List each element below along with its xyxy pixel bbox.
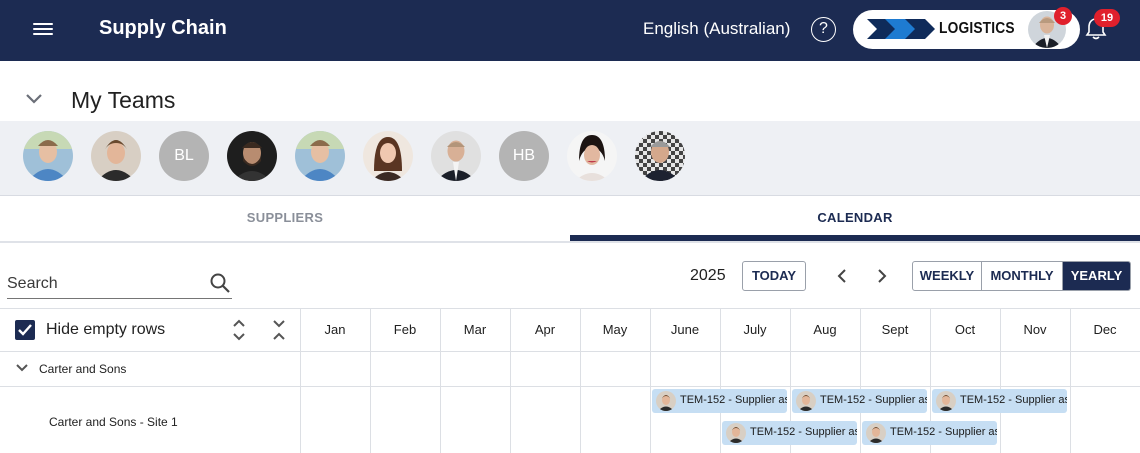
monthly-view-button[interactable]: MONTHLY — [982, 262, 1063, 290]
team-member-avatar[interactable] — [635, 131, 685, 181]
collapse-all-icon[interactable] — [272, 319, 286, 341]
team-avatar-strip: BL HB — [0, 121, 1140, 196]
grid-row-divider — [0, 351, 1140, 352]
event-label: TEM-152 - Supplier asse — [680, 394, 787, 406]
event-label: TEM-152 - Supplier asse — [750, 426, 857, 438]
grid-top-border — [0, 308, 1140, 309]
app-title: Supply Chain — [99, 17, 227, 39]
notification-badge: 19 — [1094, 9, 1120, 27]
month-header: Sept — [881, 322, 909, 337]
event-assignee-avatar — [866, 423, 886, 443]
brand-name: LOGISTICS — [939, 20, 1015, 37]
brand-user-pill[interactable]: LOGISTICS — [853, 10, 1080, 49]
event-assignee-avatar — [936, 391, 956, 411]
hide-empty-rows-label: Hide empty rows — [46, 321, 166, 338]
team-member-avatar[interactable] — [431, 131, 481, 181]
month-header: Oct — [954, 322, 976, 337]
current-year: 2025 — [690, 267, 726, 284]
month-header: Mar — [463, 322, 487, 337]
team-member-initials-avatar[interactable]: BL — [159, 131, 209, 181]
expand-all-icon[interactable] — [232, 319, 246, 341]
event-assignee-avatar — [656, 391, 676, 411]
help-icon[interactable]: ? — [811, 17, 836, 42]
teams-title: My Teams — [71, 87, 176, 113]
site-row-label: Carter and Sons - Site 1 — [49, 415, 178, 429]
menu-icon[interactable] — [33, 20, 53, 38]
chevron-left-icon[interactable] — [832, 266, 852, 286]
search-underline — [7, 298, 232, 299]
event-label: TEM-152 - Supplier asse — [890, 426, 997, 438]
search-input[interactable]: Search — [7, 275, 58, 293]
chevron-right-icon[interactable] — [872, 266, 892, 286]
supplier-group-label[interactable]: Carter and Sons — [39, 362, 126, 376]
team-member-initials-avatar[interactable]: HB — [499, 131, 549, 181]
calendar-event[interactable]: TEM-152 - Supplier asse — [792, 389, 927, 413]
team-member-avatar[interactable] — [567, 131, 617, 181]
team-member-avatar[interactable] — [363, 131, 413, 181]
hide-empty-rows-checkbox[interactable] — [15, 320, 35, 340]
calendar-event[interactable]: TEM-152 - Supplier asse — [862, 421, 997, 445]
team-member-avatar[interactable] — [91, 131, 141, 181]
calendar-event[interactable]: TEM-152 - Supplier asse — [932, 389, 1067, 413]
collapse-teams-chevron-icon[interactable] — [25, 92, 43, 106]
logistics-logo-icon — [867, 19, 935, 39]
month-header: Feb — [393, 322, 417, 337]
month-header: Aug — [813, 322, 837, 337]
group-chevron-down-icon[interactable] — [15, 363, 29, 373]
month-header: June — [670, 322, 700, 337]
today-button[interactable]: TODAY — [742, 261, 806, 291]
month-header: Dec — [1093, 322, 1117, 337]
month-header: July — [743, 322, 767, 337]
top-app-bar: Supply Chain English (Australian) ? LOGI… — [0, 0, 1140, 61]
checkmark-icon — [18, 324, 32, 336]
active-tab-indicator — [570, 235, 1140, 241]
month-header: May — [602, 322, 628, 337]
calendar-event[interactable]: TEM-152 - Supplier asse — [652, 389, 787, 413]
view-mode-switch: WEEKLY MONTHLY YEARLY — [912, 261, 1131, 291]
weekly-view-button[interactable]: WEEKLY — [913, 262, 982, 290]
team-member-avatar[interactable] — [295, 131, 345, 181]
grid-row-divider — [0, 386, 1140, 387]
search-icon[interactable] — [209, 272, 231, 294]
month-header: Apr — [534, 322, 556, 337]
event-label: TEM-152 - Supplier asse — [960, 394, 1067, 406]
event-assignee-avatar — [796, 391, 816, 411]
yearly-view-button[interactable]: YEARLY — [1063, 262, 1130, 290]
team-member-avatar[interactable] — [23, 131, 73, 181]
month-header: Nov — [1023, 322, 1047, 337]
event-assignee-avatar — [726, 423, 746, 443]
event-label: TEM-152 - Supplier asse — [820, 394, 927, 406]
calendar-event[interactable]: TEM-152 - Supplier asse — [722, 421, 857, 445]
user-badge: 3 — [1054, 7, 1072, 25]
month-header: Jan — [324, 322, 346, 337]
language-selector[interactable]: English (Australian) — [643, 19, 790, 39]
team-member-avatar[interactable] — [227, 131, 277, 181]
tab-suppliers[interactable]: SUPPLIERS — [0, 197, 570, 241]
